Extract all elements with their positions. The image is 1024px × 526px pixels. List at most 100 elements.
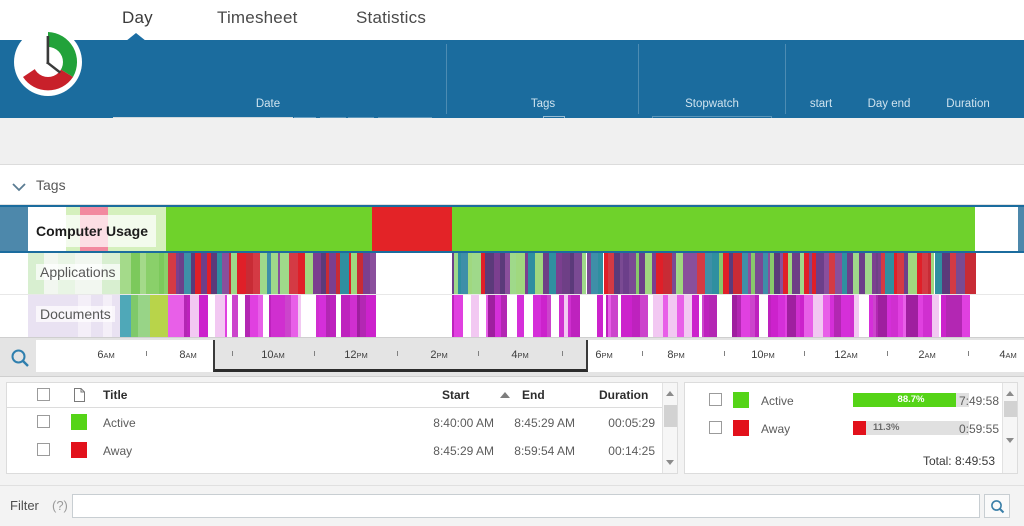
timeline-activity-segment[interactable] — [168, 253, 176, 294]
timeline-activity-segment[interactable] — [183, 253, 192, 294]
timeline-activity-segment[interactable] — [130, 253, 140, 294]
timeline-activity-segment[interactable] — [709, 295, 717, 337]
timeline-activity-segment[interactable] — [524, 295, 533, 337]
column-header-start[interactable]: Start — [442, 388, 469, 402]
timeline-activity-segment[interactable] — [812, 295, 823, 337]
scroll-up-icon[interactable] — [666, 391, 674, 396]
timeline-row-documents[interactable]: Documents — [0, 295, 1024, 337]
timeline-activity-segment[interactable] — [549, 253, 556, 294]
timeline-activity-segment[interactable] — [120, 253, 131, 294]
timeline-activity-segment[interactable] — [934, 253, 943, 294]
timeline-activity-segment[interactable] — [712, 253, 719, 294]
computer-usage-segment[interactable] — [166, 207, 372, 251]
timeline-activity-segment[interactable] — [278, 295, 286, 337]
timeline-activity-segment[interactable] — [833, 295, 842, 337]
tab-day[interactable]: Day — [116, 6, 159, 30]
timeline-activity-segment[interactable] — [534, 253, 543, 294]
timeline-activity-segment[interactable] — [463, 295, 472, 337]
timeline-activity-segment[interactable] — [949, 253, 957, 294]
timeline-activity-segment[interactable] — [655, 253, 663, 294]
timeline-activity-segment[interactable] — [622, 253, 630, 294]
timeline-activity-segment[interactable] — [246, 253, 254, 294]
timeline-activity-segment[interactable] — [610, 295, 619, 337]
tab-statistics[interactable]: Statistics — [350, 6, 432, 30]
timeline-activity-segment[interactable] — [724, 295, 732, 337]
timeline-activity-segment[interactable] — [970, 295, 978, 337]
timeline-activity-segment[interactable] — [667, 295, 677, 337]
scroll-down-icon[interactable] — [666, 460, 674, 465]
timeline-activity-segment[interactable] — [884, 253, 894, 294]
timeline-activity-segment[interactable] — [942, 253, 950, 294]
timeline-activity-segment[interactable] — [349, 295, 358, 337]
timeline-activity-segment[interactable] — [841, 295, 851, 337]
timeline-activity-segment[interactable] — [370, 253, 376, 294]
timeline-activity-segment[interactable] — [591, 253, 599, 294]
timeline-activity-segment[interactable] — [907, 253, 917, 294]
timeline-activity-segment[interactable] — [298, 253, 305, 294]
scroll-down-icon[interactable] — [1006, 438, 1014, 443]
timeline-activity-segment[interactable] — [249, 295, 258, 337]
timeline-activity-segment[interactable] — [834, 253, 843, 294]
timeline-activity-segment[interactable] — [906, 295, 916, 337]
row-checkbox[interactable] — [37, 415, 50, 428]
timeline-activity-segment[interactable] — [758, 295, 769, 337]
timeline-row-applications[interactable]: Applications — [0, 253, 1024, 295]
timeline-activity-segment[interactable] — [931, 295, 940, 337]
timeline-activity-segment[interactable] — [306, 295, 317, 337]
documents-bars[interactable] — [0, 295, 1024, 337]
chevron-down-icon[interactable] — [12, 179, 26, 192]
timeline-activity-segment[interactable] — [280, 253, 290, 294]
timeline-activity-segment[interactable] — [890, 295, 898, 337]
timeline-activity-segment[interactable] — [956, 253, 965, 294]
timeline-activity-segment[interactable] — [517, 295, 525, 337]
timeline-activity-segment[interactable] — [822, 295, 830, 337]
timeline-activity-segment[interactable] — [864, 253, 873, 294]
timeline-activity-segment[interactable] — [150, 295, 161, 337]
tab-timesheet[interactable]: Timesheet — [211, 6, 304, 30]
timeline-activity-segment[interactable] — [690, 253, 698, 294]
timeline-activity-segment[interactable] — [304, 253, 314, 294]
timeline-activity-segment[interactable] — [704, 253, 713, 294]
scroll-thumb[interactable] — [1004, 401, 1017, 417]
column-header-duration[interactable]: Duration — [599, 388, 648, 402]
timeline-activity-segment[interactable] — [221, 253, 229, 294]
timeline-activity-segment[interactable] — [359, 295, 367, 337]
timeline-activity-segment[interactable] — [208, 295, 215, 337]
table-row[interactable]: Active 8:40:00 AM 8:45:29 AM 00:05:29 — [7, 409, 677, 435]
row-checkbox[interactable] — [37, 443, 50, 456]
timeline-activity-segment[interactable] — [189, 295, 200, 337]
computer-usage-segment[interactable] — [452, 207, 975, 251]
timeline-activity-segment[interactable] — [691, 295, 700, 337]
column-header-title[interactable]: Title — [103, 388, 127, 402]
timeline-activity-segment[interactable] — [629, 253, 637, 294]
timeline-activity-segment[interactable] — [697, 253, 705, 294]
timeline-activity-segment[interactable] — [815, 253, 825, 294]
summary-row[interactable]: Away 11.3% 0:59:55 — [685, 415, 1017, 441]
timeline-activity-segment[interactable] — [662, 253, 672, 294]
magnifier-icon[interactable] — [10, 348, 30, 368]
timeline-activity-segment[interactable] — [527, 253, 535, 294]
timeline-activity-segment[interactable] — [896, 253, 905, 294]
computer-usage-segment[interactable] — [975, 207, 1018, 251]
scroll-thumb[interactable] — [664, 405, 677, 427]
timeline-activity-segment[interactable] — [683, 253, 691, 294]
timeline-activity-segment[interactable] — [362, 253, 371, 294]
timeline-activity-segment[interactable] — [571, 295, 580, 337]
timeline-activity-segment[interactable] — [340, 253, 349, 294]
timeline-activity-segment[interactable] — [733, 253, 742, 294]
timeline-activity-segment[interactable] — [290, 295, 299, 337]
timeline-activity-segment[interactable] — [237, 253, 247, 294]
timeline-activity-segment[interactable] — [516, 253, 525, 294]
timeline-activity-segment[interactable] — [237, 295, 246, 337]
timeline-activity-segment[interactable] — [313, 253, 321, 294]
timeline-activity-segment[interactable] — [791, 253, 801, 294]
timeline-activity-segment[interactable] — [494, 295, 502, 337]
timeline-activity-segment[interactable] — [923, 295, 932, 337]
timeline-activity-segment[interactable] — [859, 295, 870, 337]
timeline-activity-segment[interactable] — [562, 253, 570, 294]
timeline-activity-segment[interactable] — [683, 295, 692, 337]
table-row[interactable]: Away 8:45:29 AM 8:59:54 AM 00:14:25 — [7, 437, 677, 463]
timeline-activity-segment[interactable] — [778, 295, 786, 337]
filter-search-button[interactable] — [984, 494, 1010, 518]
timeline-activity-segment[interactable] — [532, 295, 542, 337]
